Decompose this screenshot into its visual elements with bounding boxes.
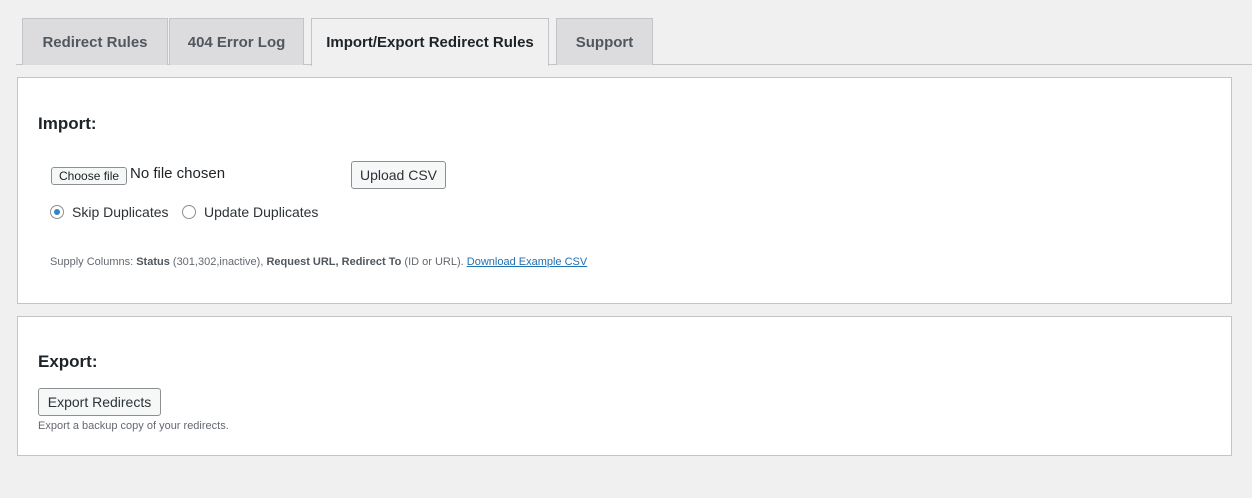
supply-columns-help: Supply Columns: Status (301,302,inactive…: [50, 256, 587, 268]
tab-redirect-rules[interactable]: Redirect Rules: [22, 18, 168, 65]
radio-skip-duplicates[interactable]: Skip Duplicates: [50, 204, 169, 220]
export-redirects-button[interactable]: Export Redirects: [38, 388, 161, 416]
upload-csv-button[interactable]: Upload CSV: [351, 161, 446, 189]
export-panel: Export: Export Redirects Export a backup…: [17, 316, 1232, 456]
file-status-text: No file chosen: [130, 165, 226, 182]
radio-unchecked-icon[interactable]: [182, 205, 196, 219]
tab-import-export[interactable]: Import/Export Redirect Rules: [311, 18, 549, 66]
download-example-csv-link[interactable]: Download Example CSV: [467, 256, 587, 268]
help-redirect-to-label: Redirect To: [341, 256, 402, 268]
export-title: Export:: [38, 352, 98, 371]
tab-support[interactable]: Support: [556, 18, 653, 65]
help-status-detail: (301,302,inactive),: [169, 256, 267, 268]
choose-file-button[interactable]: Choose file: [51, 167, 128, 185]
import-title: Import:: [38, 114, 97, 133]
radio-checked-icon[interactable]: [50, 205, 64, 219]
radio-update-duplicates[interactable]: Update Duplicates: [182, 204, 318, 220]
help-status-label: Status: [136, 256, 170, 268]
help-prefix: Supply Columns:: [50, 256, 137, 268]
help-request-url-label: Request URL: [266, 256, 336, 268]
radio-skip-label: Skip Duplicates: [72, 204, 169, 220]
tab-404-error-log[interactable]: 404 Error Log: [169, 18, 304, 65]
help-redirect-detail: (ID or URL).: [401, 256, 467, 268]
export-help-text: Export a backup copy of your redirects.: [38, 420, 229, 432]
import-panel: Import: Choose file No file chosen Uploa…: [17, 77, 1232, 304]
radio-update-label: Update Duplicates: [204, 204, 319, 220]
tab-bar: Redirect Rules 404 Error Log Import/Expo…: [16, 0, 1252, 66]
